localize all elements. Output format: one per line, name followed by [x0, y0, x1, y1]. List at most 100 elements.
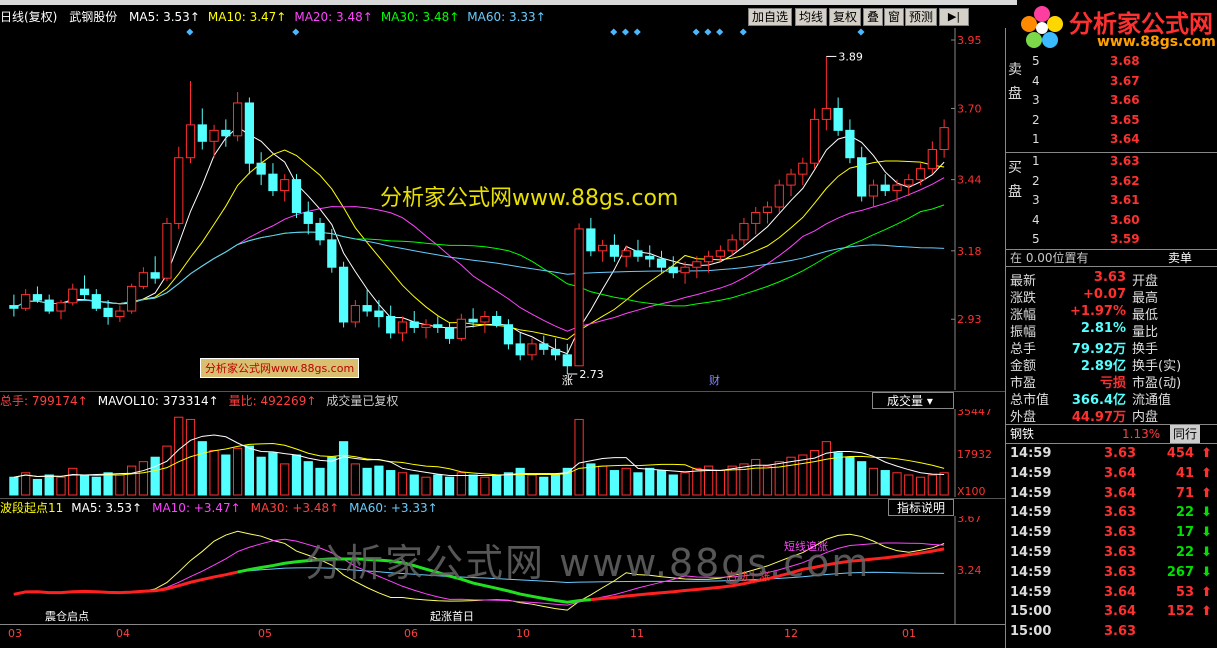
quote-value: 44.97万 — [1071, 410, 1126, 425]
volume-bar — [880, 470, 890, 496]
volume-bar — [150, 456, 160, 496]
tick-volume: 53 — [1175, 584, 1194, 600]
candle — [550, 348, 561, 356]
candle — [362, 305, 372, 312]
volume-bar — [798, 454, 808, 496]
volume-bar — [468, 474, 478, 496]
candle — [127, 285, 137, 312]
volume-bar — [527, 474, 537, 496]
volume-chart[interactable]: 35447 17932 X100 — [0, 409, 1005, 497]
volume-bar — [821, 441, 831, 496]
peer-button[interactable]: 同行 — [1170, 425, 1201, 443]
quote-panel: 卖盘 买盘 5 3.68 4 3.67 3 3.66 2 3.65 1 3.64 1 3.63 2 3.6… — [1005, 28, 1217, 648]
orderbook-level: 2 — [1032, 112, 1040, 127]
candle — [833, 107, 843, 131]
candle — [150, 272, 160, 279]
tick-price: 3.64 — [1104, 604, 1137, 620]
volume-bar — [515, 467, 525, 496]
x-tick-label: 04 — [116, 627, 130, 640]
candle — [221, 129, 231, 137]
tick-price: 3.64 — [1104, 584, 1137, 600]
candle — [32, 294, 43, 301]
nav-arrow-icon[interactable]: ▶| — [939, 8, 969, 26]
volume-bar — [291, 454, 302, 496]
volume-bar — [857, 461, 867, 496]
x-tick-label: 12 — [784, 627, 798, 640]
orderbook-divider — [1006, 152, 1217, 153]
volume-selector[interactable]: 成交量 ▾ — [872, 392, 954, 409]
candle — [268, 173, 278, 192]
volume-bar — [833, 452, 843, 496]
toolbar-button[interactable]: 加自选 — [748, 8, 793, 26]
toolbar-button[interactable]: 均线 — [795, 8, 828, 26]
candle — [645, 255, 655, 260]
volume-bar — [397, 472, 408, 496]
indicator-help-button[interactable]: 指标说明 — [888, 499, 954, 516]
toolbar-button[interactable]: 窗 — [884, 8, 905, 26]
indicator-legend-item: MA5: 3.53↑ — [71, 501, 143, 515]
volume-bar — [927, 474, 937, 496]
candle — [786, 173, 796, 186]
candle — [115, 310, 125, 318]
ma-legend-item: MA60: 3.33↑ — [467, 10, 546, 24]
candle — [162, 222, 172, 279]
tick-volume: 71 — [1175, 485, 1194, 501]
orderbook-level: 2 — [1032, 173, 1040, 188]
sector-name[interactable]: 钢铁 — [1010, 425, 1034, 443]
volume-bar — [91, 476, 101, 496]
volume-bar — [362, 467, 372, 496]
orderbook-sell-row: 2 3.65 — [1028, 113, 1217, 132]
volume-bar — [162, 445, 172, 496]
orderbook-buy-row: 4 3.60 — [1028, 213, 1217, 232]
y-tick-label: 3.18 — [957, 245, 982, 258]
orderbook-price: 3.60 — [1110, 212, 1140, 227]
quote-row: 总市值 366.4亿 流通值 — [1010, 389, 1217, 408]
candle — [44, 299, 54, 312]
indicator-legend-item: MA10: +3.47↑ — [152, 501, 241, 515]
sell-single-button[interactable]: 卖单 — [1168, 250, 1192, 266]
candle — [633, 250, 643, 257]
tick-price: 3.63 — [1104, 564, 1137, 580]
quote-row: 最新 3.63 开盘 — [1010, 270, 1217, 289]
volume-legend-item: MAVOL10: 373314↑ — [97, 394, 219, 408]
tick-volume: 17 — [1175, 525, 1194, 541]
volume-bar — [174, 416, 184, 496]
event-marker: 涨 — [562, 374, 573, 387]
volume-bar — [268, 452, 278, 496]
x-tick-label: 10 — [516, 627, 530, 640]
volume-legend-item: 量比: 492269↑ — [228, 394, 317, 408]
quote-row: 振幅 2.81% 量比 — [1010, 321, 1217, 340]
tick-time: 14:59 — [1010, 564, 1052, 580]
ma-legend-item: MA10: 3.47↑ — [207, 10, 287, 24]
orderbook-price: 3.67 — [1110, 73, 1140, 88]
toolbar-button[interactable]: 预测 — [905, 8, 938, 26]
orderbook-level: 4 — [1032, 212, 1040, 227]
candle — [386, 316, 396, 334]
tick-time: 14:59 — [1010, 485, 1052, 501]
candle — [338, 266, 349, 323]
candle — [468, 318, 478, 323]
volume-bar — [480, 476, 490, 496]
tick-row: 15:00 3.64 152 ⬆ — [1010, 604, 1217, 623]
orderbook-level: 1 — [1032, 132, 1040, 146]
volume-bar — [668, 474, 678, 496]
orderbook-price: 3.62 — [1110, 173, 1140, 188]
toolbar-button[interactable]: 复权 — [829, 8, 862, 26]
tick-row: 14:59 3.63 22 ⬇ — [1010, 545, 1217, 564]
candle — [927, 149, 937, 170]
arrow-up-icon: ⬆ — [1201, 465, 1212, 481]
sector-change: 1.13% — [1122, 427, 1161, 441]
orderbook-price: 3.65 — [1110, 112, 1140, 127]
tick-volume: 41 — [1175, 465, 1194, 481]
volume-bar — [645, 467, 655, 496]
toolbar-button[interactable]: 叠 — [863, 8, 884, 26]
quote-row: 市盈 亏损 市盈(动) — [1010, 372, 1217, 391]
volume-bar — [221, 454, 231, 496]
orderbook-price: 3.63 — [1110, 154, 1140, 168]
volume-bar — [633, 472, 643, 496]
y-tick-label: 3.70 — [957, 102, 982, 115]
volume-bar — [656, 470, 667, 496]
tick-time: 15:00 — [1010, 604, 1052, 620]
volume-bar — [350, 463, 360, 496]
volume-bar — [9, 476, 19, 496]
